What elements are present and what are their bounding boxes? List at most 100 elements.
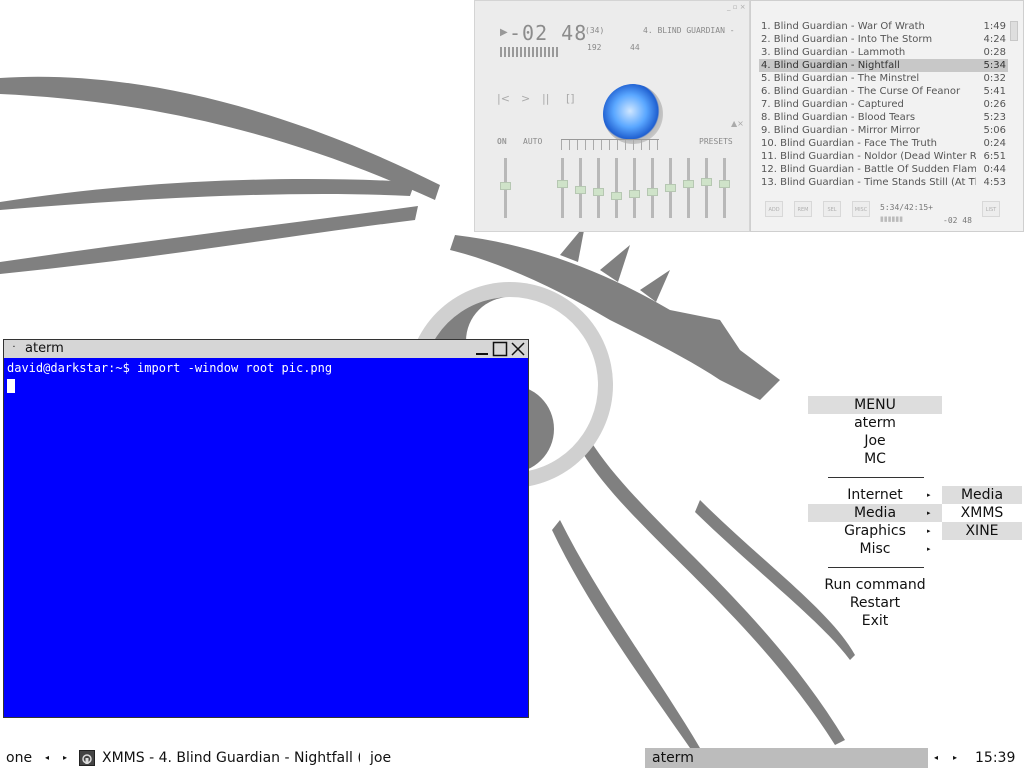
submenu-item-xmms[interactable]: XMMS	[942, 504, 1022, 522]
pause-button[interactable]: ||	[542, 92, 549, 105]
submenu-arrow-icon: ▸	[927, 509, 931, 517]
time-display[interactable]: -02 48	[509, 21, 587, 45]
playlist-row[interactable]: 2. Blind Guardian - Into The Storm 4:24	[759, 33, 1008, 46]
task-next-arrow-icon[interactable]: ▸	[953, 748, 957, 768]
submenu-item-xine[interactable]: XINE	[942, 522, 1022, 540]
task-aterm[interactable]: aterm	[645, 748, 928, 768]
xmms-main-window[interactable]: _ ▫ × ▶ -02 48 (34) 4. BLIND GUARDIAN - …	[474, 0, 750, 232]
eq-band-slider[interactable]	[611, 158, 622, 218]
task-prev-arrow-icon[interactable]: ◂	[934, 748, 938, 768]
playlist-row[interactable]: 10. Blind Guardian - Face The Truth 0:24	[759, 137, 1008, 150]
playlist-row-duration: 4:53	[983, 177, 1006, 188]
playlist-row[interactable]: 13. Blind Guardian - Time Stands Still (…	[759, 176, 1008, 189]
playlist-row-title: 12. Blind Guardian - Battle Of Sudden Fl…	[761, 164, 976, 175]
playlist-row-title: 2. Blind Guardian - Into The Storm	[761, 34, 933, 45]
aterm-titlebar[interactable]: · aterm	[4, 340, 528, 358]
misc-options-button[interactable]: MISC	[852, 201, 870, 217]
menu-item-restart[interactable]: Restart	[808, 594, 942, 612]
playlist-row-duration: 5:23	[983, 112, 1006, 123]
playlist-row[interactable]: 1. Blind Guardian - War Of Wrath 1:49	[759, 20, 1008, 33]
eq-band-slider[interactable]	[683, 158, 694, 218]
menu-item-media[interactable]: Media	[808, 504, 942, 522]
eject-icon[interactable]: ▲×	[731, 119, 744, 128]
playlist-row[interactable]: 4. Blind Guardian - Nightfall 5:34	[759, 59, 1008, 72]
playlist-row-title: 13. Blind Guardian - Time Stands Still (…	[761, 177, 976, 188]
eq-presets-button[interactable]: PRESETS	[699, 137, 733, 146]
menu-item-graphics[interactable]: Graphics	[808, 522, 942, 540]
eq-band-slider[interactable]	[701, 158, 712, 218]
playlist-row[interactable]: 3. Blind Guardian - Lammoth 0:28	[759, 46, 1008, 59]
slider-knob[interactable]	[665, 184, 676, 192]
slider-knob[interactable]	[719, 180, 730, 188]
xmms-window-controls[interactable]: _ ▫ ×	[727, 3, 746, 11]
eq-preamp-slider[interactable]	[500, 158, 511, 218]
window-menu-button[interactable]: ·	[6, 342, 22, 356]
eq-band-slider[interactable]	[719, 158, 730, 218]
aterm-window[interactable]: · aterm david@darkstar:~$ import -window…	[3, 339, 529, 718]
playlist-row-title: 11. Blind Guardian - Noldor (Dead Winter…	[761, 151, 976, 162]
desktop-next-arrow-icon[interactable]: ▸	[63, 748, 67, 768]
play-button[interactable]: >	[521, 92, 530, 105]
slider-knob[interactable]	[629, 190, 640, 198]
task-xmms[interactable]: XMMS - 4. Blind Guardian - Nightfall (5	[102, 748, 360, 768]
playlist-row[interactable]: 5. Blind Guardian - The Minstrel 0:32	[759, 72, 1008, 85]
desktop-prev-arrow-icon[interactable]: ◂	[45, 748, 49, 768]
stop-button[interactable]: []	[566, 92, 575, 105]
eq-band-slider[interactable]	[665, 158, 676, 218]
playlist-row[interactable]: 9. Blind Guardian - Mirror Mirror 5:06	[759, 124, 1008, 137]
slider-knob[interactable]	[701, 178, 712, 186]
bitrate: 192	[587, 43, 602, 52]
slider-knob[interactable]	[500, 182, 511, 190]
playlist-row-title: 9. Blind Guardian - Mirror Mirror	[761, 125, 920, 136]
remove-file-button[interactable]: REM	[794, 201, 812, 217]
menu-item-joe[interactable]: Joe	[808, 432, 942, 450]
select-button[interactable]: SEL	[823, 201, 841, 217]
xmms-app-icon	[82, 754, 92, 764]
eq-band-slider[interactable]	[593, 158, 604, 218]
song-ticker[interactable]: 4. BLIND GUARDIAN -	[643, 26, 735, 35]
menu-item-aterm[interactable]: aterm	[808, 414, 942, 432]
slider-knob[interactable]	[611, 192, 622, 200]
load-list-button[interactable]: LIST	[982, 201, 1000, 217]
playlist-row-title: 7. Blind Guardian - Captured	[761, 99, 904, 110]
ticker-prefix: (34)	[585, 26, 605, 35]
playlist-mini-controls[interactable]: ▮▮▮▮▮▮	[880, 215, 903, 223]
playlist-row[interactable]: 12. Blind Guardian - Battle Of Sudden Fl…	[759, 163, 1008, 176]
eq-band-slider[interactable]	[629, 158, 640, 218]
eq-band-slider[interactable]	[557, 158, 568, 218]
task-aterm-label: aterm	[652, 750, 694, 766]
menu-item-internet[interactable]: Internet	[808, 486, 942, 504]
slider-knob[interactable]	[647, 188, 658, 196]
playlist-row[interactable]: 6. Blind Guardian - The Curse Of Feanor 5…	[759, 85, 1008, 98]
eq-band-slider[interactable]	[575, 158, 586, 218]
eq-auto-button[interactable]: AUTO	[523, 137, 542, 146]
eq-on-button[interactable]: ON	[497, 137, 507, 146]
slider-knob[interactable]	[557, 180, 568, 188]
playlist-row[interactable]: 8. Blind Guardian - Blood Tears 5:23	[759, 111, 1008, 124]
menu-item-mc[interactable]: MC	[808, 450, 942, 468]
terminal-area[interactable]: david@darkstar:~$ import -window root pi…	[4, 358, 528, 717]
slider-knob[interactable]	[593, 188, 604, 196]
playlist-row-title: 10. Blind Guardian - Face The Truth	[761, 138, 937, 149]
add-file-button[interactable]: ADD	[765, 201, 783, 217]
playlist-scrollbar[interactable]	[1010, 21, 1018, 41]
slider-knob[interactable]	[683, 180, 694, 188]
menu-item-exit[interactable]: Exit	[808, 612, 942, 630]
previous-button[interactable]: |<	[497, 92, 510, 105]
desktop-name[interactable]: one	[6, 748, 32, 768]
menu-item-run-command[interactable]: Run command	[808, 576, 942, 594]
playlist-row[interactable]: 11. Blind Guardian - Noldor (Dead Winter…	[759, 150, 1008, 163]
task-joe[interactable]: joe	[370, 748, 391, 768]
maximize-button[interactable]	[492, 341, 508, 357]
playlist-row[interactable]: 7. Blind Guardian - Captured 0:26	[759, 98, 1008, 111]
eq-band-slider[interactable]	[647, 158, 658, 218]
menu-item-misc[interactable]: Misc	[808, 540, 942, 558]
spectrum-visualizer[interactable]	[500, 47, 560, 57]
playlist-row-title: 6. Blind Guardian - The Curse Of Feanor	[761, 86, 961, 97]
slider-knob[interactable]	[575, 186, 586, 194]
close-button[interactable]	[510, 341, 526, 357]
eq-graph	[561, 139, 659, 150]
minimize-button[interactable]	[474, 341, 490, 357]
xmms-playlist-window[interactable]: 1. Blind Guardian - War Of Wrath 1:49 2. B…	[750, 0, 1024, 232]
minimize-icon	[476, 353, 488, 355]
